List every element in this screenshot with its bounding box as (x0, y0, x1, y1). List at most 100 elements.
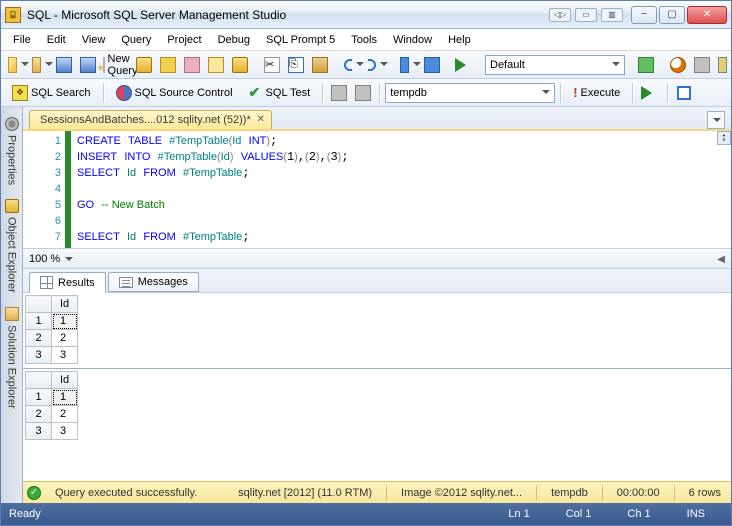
menu-sqlprompt[interactable]: SQL Prompt 5 (258, 31, 343, 49)
editor-text[interactable]: CREATE TABLE #TempTable(Id INT); INSERT … (71, 131, 731, 248)
column-header[interactable]: Id (52, 296, 78, 313)
window-aux-button-1[interactable]: ◁▷ (549, 8, 571, 22)
redo-button[interactable] (365, 54, 387, 76)
nav-back-button[interactable] (397, 54, 419, 76)
change-connection-button[interactable] (352, 82, 374, 104)
paste-button[interactable] (309, 54, 331, 76)
document-tab-active[interactable]: SessionsAndBatches....012 sqlity.net (52… (29, 110, 272, 129)
document-tab-label: SessionsAndBatches....012 sqlity.net (52… (40, 114, 251, 126)
status-ch: Ch 1 (609, 508, 668, 520)
execute-button[interactable]: !Execute (566, 82, 627, 104)
split-editor-button[interactable]: ⭥ (717, 131, 731, 145)
zoom-dropdown[interactable] (64, 255, 73, 264)
results-tab-strip: Results Messages (23, 269, 731, 293)
results-tab[interactable]: Results (29, 272, 106, 293)
analysis-xmla-button[interactable] (205, 54, 227, 76)
column-header[interactable]: Id (52, 372, 78, 389)
document-tab-list-dropdown[interactable] (707, 111, 725, 129)
analysis-mdx-button[interactable] (157, 54, 179, 76)
menu-tools[interactable]: Tools (343, 31, 385, 49)
debug-button[interactable] (638, 82, 662, 104)
sql-source-label: SQL Source Control (135, 87, 233, 99)
sql-source-control-button[interactable]: SQL Source Control (109, 82, 240, 104)
menu-project[interactable]: Project (159, 31, 209, 49)
cell[interactable]: 1 (52, 389, 78, 406)
standard-toolbar: New Query ✂ ⎘ Default (1, 51, 731, 79)
registered-servers-button[interactable] (691, 54, 713, 76)
sql-test-label: SQL Test (266, 87, 311, 99)
solution-config-combo[interactable]: Default (485, 55, 625, 75)
new-query-button[interactable]: New Query (109, 54, 131, 76)
copy-button[interactable]: ⎘ (285, 54, 307, 76)
content-area: SessionsAndBatches....012 sqlity.net (52… (23, 107, 731, 503)
execute-icon: ! (573, 85, 577, 100)
status-user: Image ©2012 sqlity.net... (395, 487, 528, 499)
window-aux-button-2[interactable]: ▭ (575, 8, 597, 22)
row-header[interactable]: 1 (26, 313, 52, 330)
row-header[interactable]: 2 (26, 330, 52, 347)
menu-window[interactable]: Window (385, 31, 440, 49)
undo-button[interactable] (341, 54, 363, 76)
grid-table[interactable]: Id 11 22 33 (25, 371, 78, 440)
sidebar: Properties Object Explorer Solution Expl… (1, 107, 23, 503)
activity-monitor-button[interactable] (635, 54, 657, 76)
sidebar-object-explorer[interactable]: Object Explorer (3, 193, 21, 299)
start-debug-button[interactable] (453, 54, 475, 76)
grid-icon (40, 276, 53, 289)
save-button[interactable] (53, 54, 75, 76)
corner-cell (26, 296, 52, 313)
row-header[interactable]: 1 (26, 389, 52, 406)
cell[interactable]: 1 (52, 313, 78, 330)
document-tab-close[interactable]: ✕ (255, 114, 267, 126)
analysis-dmx-button[interactable] (181, 54, 203, 76)
menu-view[interactable]: View (74, 31, 114, 49)
find-button[interactable] (667, 54, 689, 76)
menu-file[interactable]: File (5, 31, 39, 49)
status-duration: 00:00:00 (611, 487, 666, 499)
sql-search-label: SQL Search (31, 87, 91, 99)
cell[interactable]: 3 (52, 347, 78, 364)
menu-debug[interactable]: Debug (210, 31, 258, 49)
sidebar-solution-explorer[interactable]: Solution Explorer (3, 301, 21, 415)
status-ready: Ready (9, 508, 59, 520)
line-number-gutter: 123 456 7 (23, 131, 71, 248)
save-all-button[interactable] (77, 54, 99, 76)
solution-explorer-icon (5, 307, 19, 321)
close-button[interactable]: ✕ (687, 6, 727, 24)
sidebar-properties[interactable]: Properties (3, 111, 21, 191)
messages-tab[interactable]: Messages (108, 272, 199, 292)
menu-help[interactable]: Help (440, 31, 479, 49)
status-ins: INS (669, 508, 723, 520)
sql-editor[interactable]: 123 456 7 CREATE TABLE #TempTable(Id INT… (23, 131, 731, 249)
ce-query-button[interactable] (229, 54, 251, 76)
sql-test-button[interactable]: SQL Test (242, 82, 318, 104)
status-message: Query executed successfully. (49, 487, 203, 499)
row-header[interactable]: 3 (26, 347, 52, 364)
corner-cell (26, 372, 52, 389)
sql-search-button[interactable]: ❖SQL Search (5, 82, 98, 104)
new-project-button[interactable] (5, 54, 27, 76)
window-aux-button-3[interactable]: ▥ (601, 8, 623, 22)
grid-table[interactable]: Id 11 22 33 (25, 295, 78, 364)
cell[interactable]: 3 (52, 423, 78, 440)
main-area: Properties Object Explorer Solution Expl… (1, 107, 731, 503)
database-combo[interactable]: tempdb (385, 83, 555, 103)
db-engine-query-button[interactable] (133, 54, 155, 76)
database-value: tempdb (390, 87, 427, 99)
cancel-query-button[interactable] (673, 82, 695, 104)
maximize-button[interactable]: ▢ (659, 6, 685, 24)
zoom-level[interactable]: 100 % (29, 253, 60, 265)
row-header[interactable]: 3 (26, 423, 52, 440)
cell[interactable]: 2 (52, 330, 78, 347)
menu-query[interactable]: Query (113, 31, 159, 49)
nav-forward-button[interactable] (421, 54, 443, 76)
open-button[interactable] (29, 54, 51, 76)
cell[interactable]: 2 (52, 406, 78, 423)
results-pane[interactable]: Id 11 22 33 Id 11 22 33 (23, 293, 731, 481)
cut-button[interactable]: ✂ (261, 54, 283, 76)
row-header[interactable]: 2 (26, 406, 52, 423)
minimize-button[interactable]: − (631, 6, 657, 24)
connect-button[interactable] (328, 82, 350, 104)
menu-edit[interactable]: Edit (39, 31, 74, 49)
tool-icon[interactable] (715, 54, 732, 76)
